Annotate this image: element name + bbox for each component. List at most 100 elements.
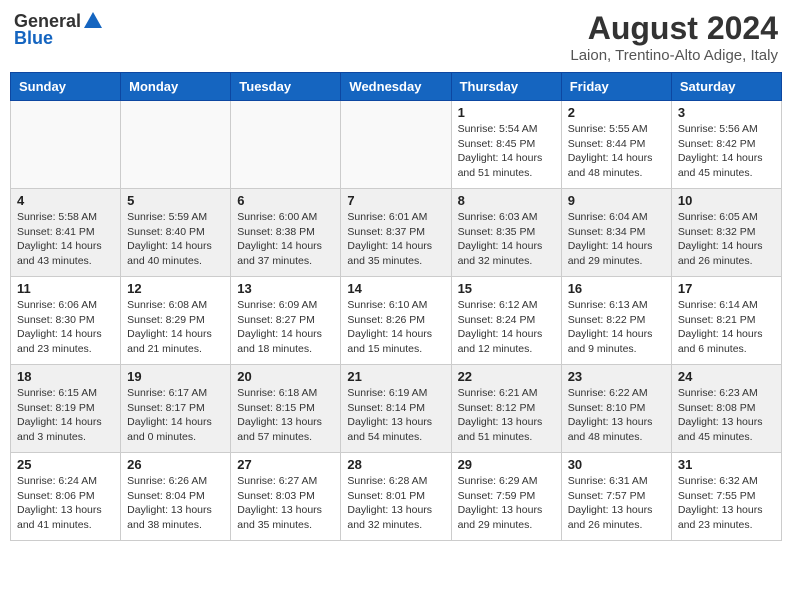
- calendar-cell: 13Sunrise: 6:09 AM Sunset: 8:27 PM Dayli…: [231, 277, 341, 365]
- calendar-cell: [11, 101, 121, 189]
- weekday-header-sunday: Sunday: [11, 73, 121, 101]
- calendar-cell: [231, 101, 341, 189]
- calendar-cell: 24 Sunrise: 6:23 AM Sunset: 8:08 PM Dayli…: [671, 365, 781, 453]
- day-detail: Sunrise: 6:31 AM Sunset: 7:57 PM Dayligh…: [568, 474, 665, 533]
- calendar-cell: 6 Sunrise: 6:00 AM Sunset: 8:38 PM Daylig…: [231, 189, 341, 277]
- weekday-header-tuesday: Tuesday: [231, 73, 341, 101]
- day-number: 5: [127, 193, 224, 208]
- day-detail: Sunrise: 5:56 AM Sunset: 8:42 PM Dayligh…: [678, 122, 775, 181]
- day-number: 12: [127, 281, 224, 296]
- calendar-week-row: 1Sunrise: 5:54 AM Sunset: 8:45 PM Daylig…: [11, 101, 782, 189]
- calendar-cell: 31Sunrise: 6:32 AM Sunset: 7:55 PM Dayli…: [671, 453, 781, 541]
- calendar-cell: 27 Sunrise: 6:27 AM Sunset: 8:03 PM Dayli…: [231, 453, 341, 541]
- day-number: 19: [127, 369, 224, 384]
- calendar-week-row: 4 Sunrise: 5:58 AM Sunset: 8:41 PM Daylig…: [11, 189, 782, 277]
- day-detail: Sunrise: 6:00 AM Sunset: 8:38 PM Dayligh…: [237, 210, 334, 269]
- calendar-cell: 19 Sunrise: 6:17 AM Sunset: 8:17 PM Dayli…: [121, 365, 231, 453]
- day-detail: Sunrise: 6:17 AM Sunset: 8:17 PM Dayligh…: [127, 386, 224, 445]
- day-number: 31: [678, 457, 775, 472]
- day-number: 21: [347, 369, 444, 384]
- day-number: 20: [237, 369, 334, 384]
- day-detail: Sunrise: 6:23 AM Sunset: 8:08 PM Dayligh…: [678, 386, 775, 445]
- day-detail: Sunrise: 6:03 AM Sunset: 8:35 PM Dayligh…: [458, 210, 555, 269]
- weekday-header-saturday: Saturday: [671, 73, 781, 101]
- day-detail: Sunrise: 6:14 AM Sunset: 8:21 PM Dayligh…: [678, 298, 775, 357]
- day-detail: Sunrise: 5:58 AM Sunset: 8:41 PM Dayligh…: [17, 210, 114, 269]
- day-number: 9: [568, 193, 665, 208]
- day-number: 25: [17, 457, 114, 472]
- calendar-cell: 23 Sunrise: 6:22 AM Sunset: 8:10 PM Dayli…: [561, 365, 671, 453]
- day-number: 23: [568, 369, 665, 384]
- calendar-cell: 5 Sunrise: 5:59 AM Sunset: 8:40 PM Daylig…: [121, 189, 231, 277]
- day-number: 26: [127, 457, 224, 472]
- day-number: 28: [347, 457, 444, 472]
- calendar-header-row: SundayMondayTuesdayWednesdayThursdayFrid…: [11, 73, 782, 101]
- calendar-cell: 9Sunrise: 6:04 AM Sunset: 8:34 PM Daylig…: [561, 189, 671, 277]
- weekday-header-thursday: Thursday: [451, 73, 561, 101]
- day-detail: Sunrise: 6:05 AM Sunset: 8:32 PM Dayligh…: [678, 210, 775, 269]
- day-detail: Sunrise: 6:21 AM Sunset: 8:12 PM Dayligh…: [458, 386, 555, 445]
- day-number: 15: [458, 281, 555, 296]
- day-detail: Sunrise: 5:54 AM Sunset: 8:45 PM Dayligh…: [458, 122, 555, 181]
- calendar-cell: 30 Sunrise: 6:31 AM Sunset: 7:57 PM Dayli…: [561, 453, 671, 541]
- day-detail: Sunrise: 6:22 AM Sunset: 8:10 PM Dayligh…: [568, 386, 665, 445]
- day-detail: Sunrise: 6:09 AM Sunset: 8:27 PM Dayligh…: [237, 298, 334, 357]
- day-detail: Sunrise: 5:59 AM Sunset: 8:40 PM Dayligh…: [127, 210, 224, 269]
- calendar-cell: 8 Sunrise: 6:03 AM Sunset: 8:35 PM Daylig…: [451, 189, 561, 277]
- day-detail: Sunrise: 6:19 AM Sunset: 8:14 PM Dayligh…: [347, 386, 444, 445]
- day-number: 24: [678, 369, 775, 384]
- day-number: 17: [678, 281, 775, 296]
- page-header: General Blue August 2024 Laion, Trentino…: [10, 10, 782, 64]
- calendar-cell: 26 Sunrise: 6:26 AM Sunset: 8:04 PM Dayli…: [121, 453, 231, 541]
- day-number: 30: [568, 457, 665, 472]
- calendar-cell: 29 Sunrise: 6:29 AM Sunset: 7:59 PM Dayli…: [451, 453, 561, 541]
- day-number: 22: [458, 369, 555, 384]
- calendar-cell: 17 Sunrise: 6:14 AM Sunset: 8:21 PM Dayli…: [671, 277, 781, 365]
- day-number: 27: [237, 457, 334, 472]
- day-number: 29: [458, 457, 555, 472]
- calendar-cell: 7Sunrise: 6:01 AM Sunset: 8:37 PM Daylig…: [341, 189, 451, 277]
- day-detail: Sunrise: 6:10 AM Sunset: 8:26 PM Dayligh…: [347, 298, 444, 357]
- day-number: 8: [458, 193, 555, 208]
- day-detail: Sunrise: 6:24 AM Sunset: 8:06 PM Dayligh…: [17, 474, 114, 533]
- day-number: 3: [678, 105, 775, 120]
- calendar-cell: 10Sunrise: 6:05 AM Sunset: 8:32 PM Dayli…: [671, 189, 781, 277]
- day-detail: Sunrise: 6:18 AM Sunset: 8:15 PM Dayligh…: [237, 386, 334, 445]
- logo: General Blue: [14, 10, 105, 49]
- calendar-cell: 22 Sunrise: 6:21 AM Sunset: 8:12 PM Dayli…: [451, 365, 561, 453]
- day-number: 7: [347, 193, 444, 208]
- day-number: 4: [17, 193, 114, 208]
- day-detail: Sunrise: 6:15 AM Sunset: 8:19 PM Dayligh…: [17, 386, 114, 445]
- calendar-cell: 16 Sunrise: 6:13 AM Sunset: 8:22 PM Dayli…: [561, 277, 671, 365]
- month-year-title: August 2024: [570, 10, 778, 47]
- day-detail: Sunrise: 6:27 AM Sunset: 8:03 PM Dayligh…: [237, 474, 334, 533]
- calendar-cell: 11Sunrise: 6:06 AM Sunset: 8:30 PM Dayli…: [11, 277, 121, 365]
- calendar-week-row: 11Sunrise: 6:06 AM Sunset: 8:30 PM Dayli…: [11, 277, 782, 365]
- calendar-week-row: 25 Sunrise: 6:24 AM Sunset: 8:06 PM Dayli…: [11, 453, 782, 541]
- title-area: August 2024 Laion, Trentino-Alto Adige, …: [570, 10, 778, 64]
- weekday-header-monday: Monday: [121, 73, 231, 101]
- calendar-cell: 28Sunrise: 6:28 AM Sunset: 8:01 PM Dayli…: [341, 453, 451, 541]
- day-detail: Sunrise: 6:08 AM Sunset: 8:29 PM Dayligh…: [127, 298, 224, 357]
- logo-icon: [82, 10, 104, 32]
- day-detail: Sunrise: 6:26 AM Sunset: 8:04 PM Dayligh…: [127, 474, 224, 533]
- day-number: 6: [237, 193, 334, 208]
- weekday-header-wednesday: Wednesday: [341, 73, 451, 101]
- day-number: 16: [568, 281, 665, 296]
- calendar-cell: 25 Sunrise: 6:24 AM Sunset: 8:06 PM Dayli…: [11, 453, 121, 541]
- day-number: 18: [17, 369, 114, 384]
- calendar-cell: 15Sunrise: 6:12 AM Sunset: 8:24 PM Dayli…: [451, 277, 561, 365]
- day-number: 14: [347, 281, 444, 296]
- day-detail: Sunrise: 6:29 AM Sunset: 7:59 PM Dayligh…: [458, 474, 555, 533]
- calendar-cell: 12 Sunrise: 6:08 AM Sunset: 8:29 PM Dayli…: [121, 277, 231, 365]
- calendar-cell: 4 Sunrise: 5:58 AM Sunset: 8:41 PM Daylig…: [11, 189, 121, 277]
- day-number: 2: [568, 105, 665, 120]
- calendar-cell: 1Sunrise: 5:54 AM Sunset: 8:45 PM Daylig…: [451, 101, 561, 189]
- day-detail: Sunrise: 6:06 AM Sunset: 8:30 PM Dayligh…: [17, 298, 114, 357]
- calendar-week-row: 18 Sunrise: 6:15 AM Sunset: 8:19 PM Dayli…: [11, 365, 782, 453]
- location-subtitle: Laion, Trentino-Alto Adige, Italy: [570, 47, 778, 64]
- calendar-cell: [341, 101, 451, 189]
- calendar-cell: 3 Sunrise: 5:56 AM Sunset: 8:42 PM Daylig…: [671, 101, 781, 189]
- day-detail: Sunrise: 6:13 AM Sunset: 8:22 PM Dayligh…: [568, 298, 665, 357]
- calendar-cell: 21 Sunrise: 6:19 AM Sunset: 8:14 PM Dayli…: [341, 365, 451, 453]
